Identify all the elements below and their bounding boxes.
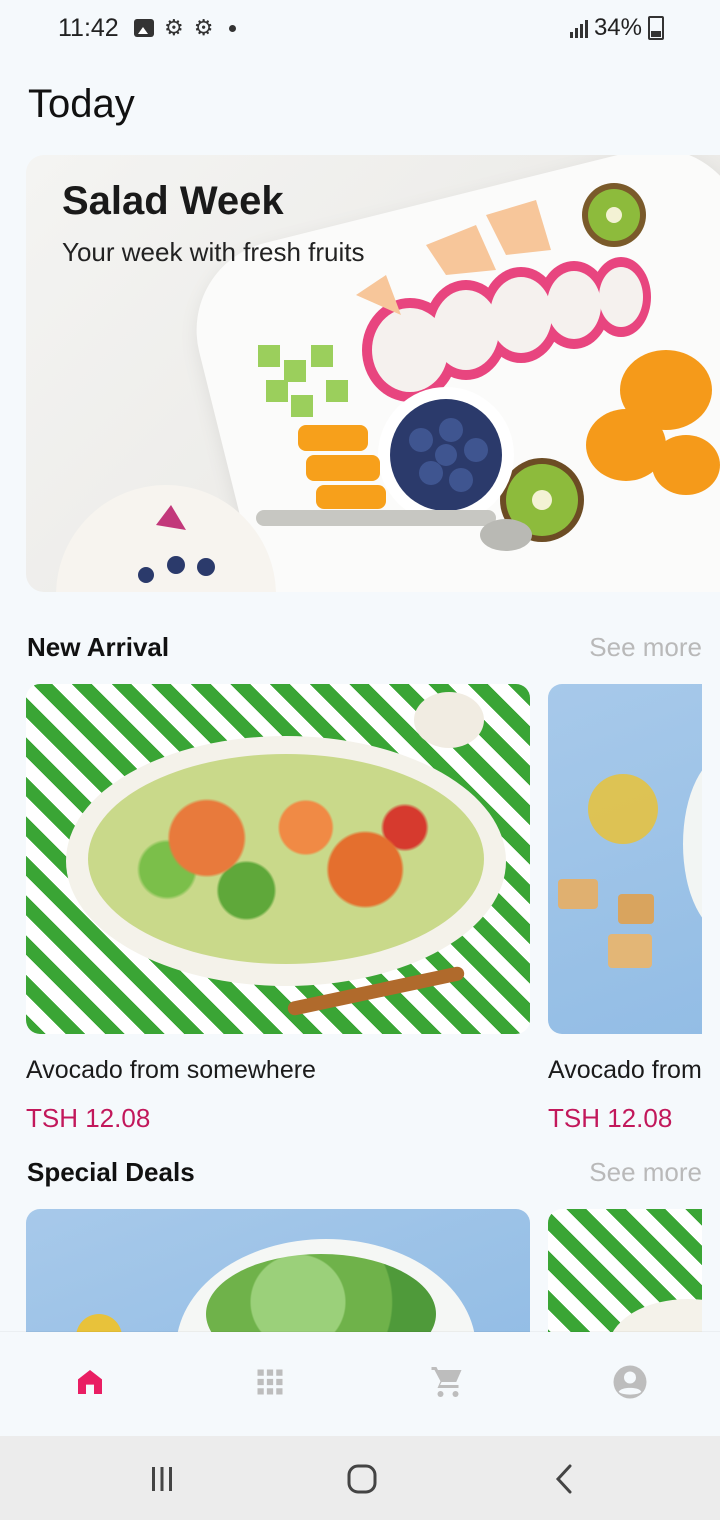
recents-icon[interactable] <box>142 1462 182 1496</box>
system-navigation-bar <box>0 1436 720 1520</box>
special-deals-see-more[interactable]: See more <box>589 1157 702 1188</box>
home-button-icon[interactable] <box>342 1462 382 1496</box>
status-time: 11:42 <box>58 14 119 42</box>
battery-percent: 34% <box>593 14 642 41</box>
product-price: TSH 12.08 <box>548 1103 673 1133</box>
product-card-image[interactable] <box>548 684 702 1034</box>
home-icon[interactable] <box>70 1362 110 1402</box>
deal-card-image[interactable] <box>26 1209 530 1349</box>
grid-icon[interactable] <box>250 1362 290 1402</box>
signal-icon <box>569 18 588 38</box>
cart-icon[interactable] <box>428 1362 468 1402</box>
product-name[interactable]: Avocado from somewhere <box>548 1056 702 1085</box>
battery-charging-icon <box>648 16 664 40</box>
profile-icon[interactable] <box>610 1362 650 1402</box>
back-icon[interactable] <box>544 1462 584 1496</box>
dressing-bowl <box>414 692 484 748</box>
settings-icon: ⚙ <box>164 15 184 40</box>
dot-icon <box>229 24 237 32</box>
hero-title: Salad Week <box>62 179 284 223</box>
deal-card-image[interactable] <box>548 1209 702 1349</box>
hero-banner[interactable]: Salad Week Your week with fresh fruits <box>26 155 720 592</box>
salad-image <box>88 754 484 964</box>
status-bar: 11:42 ⚙ ⚙ 34% <box>0 0 720 60</box>
product-price: TSH 12.08 <box>26 1103 151 1133</box>
page-title: Today <box>28 82 135 126</box>
new-arrival-see-more[interactable]: See more <box>589 632 702 663</box>
hero-subtitle: Your week with fresh fruits <box>62 237 365 267</box>
product-name[interactable]: Avocado from somewhere <box>26 1056 316 1085</box>
special-deals-title: Special Deals <box>27 1157 195 1187</box>
settings-icon: ⚙ <box>193 15 214 40</box>
bottom-navigation <box>0 1332 720 1436</box>
product-card-image[interactable] <box>26 684 530 1034</box>
image-icon <box>134 19 154 37</box>
new-arrival-title: New Arrival <box>27 632 170 662</box>
